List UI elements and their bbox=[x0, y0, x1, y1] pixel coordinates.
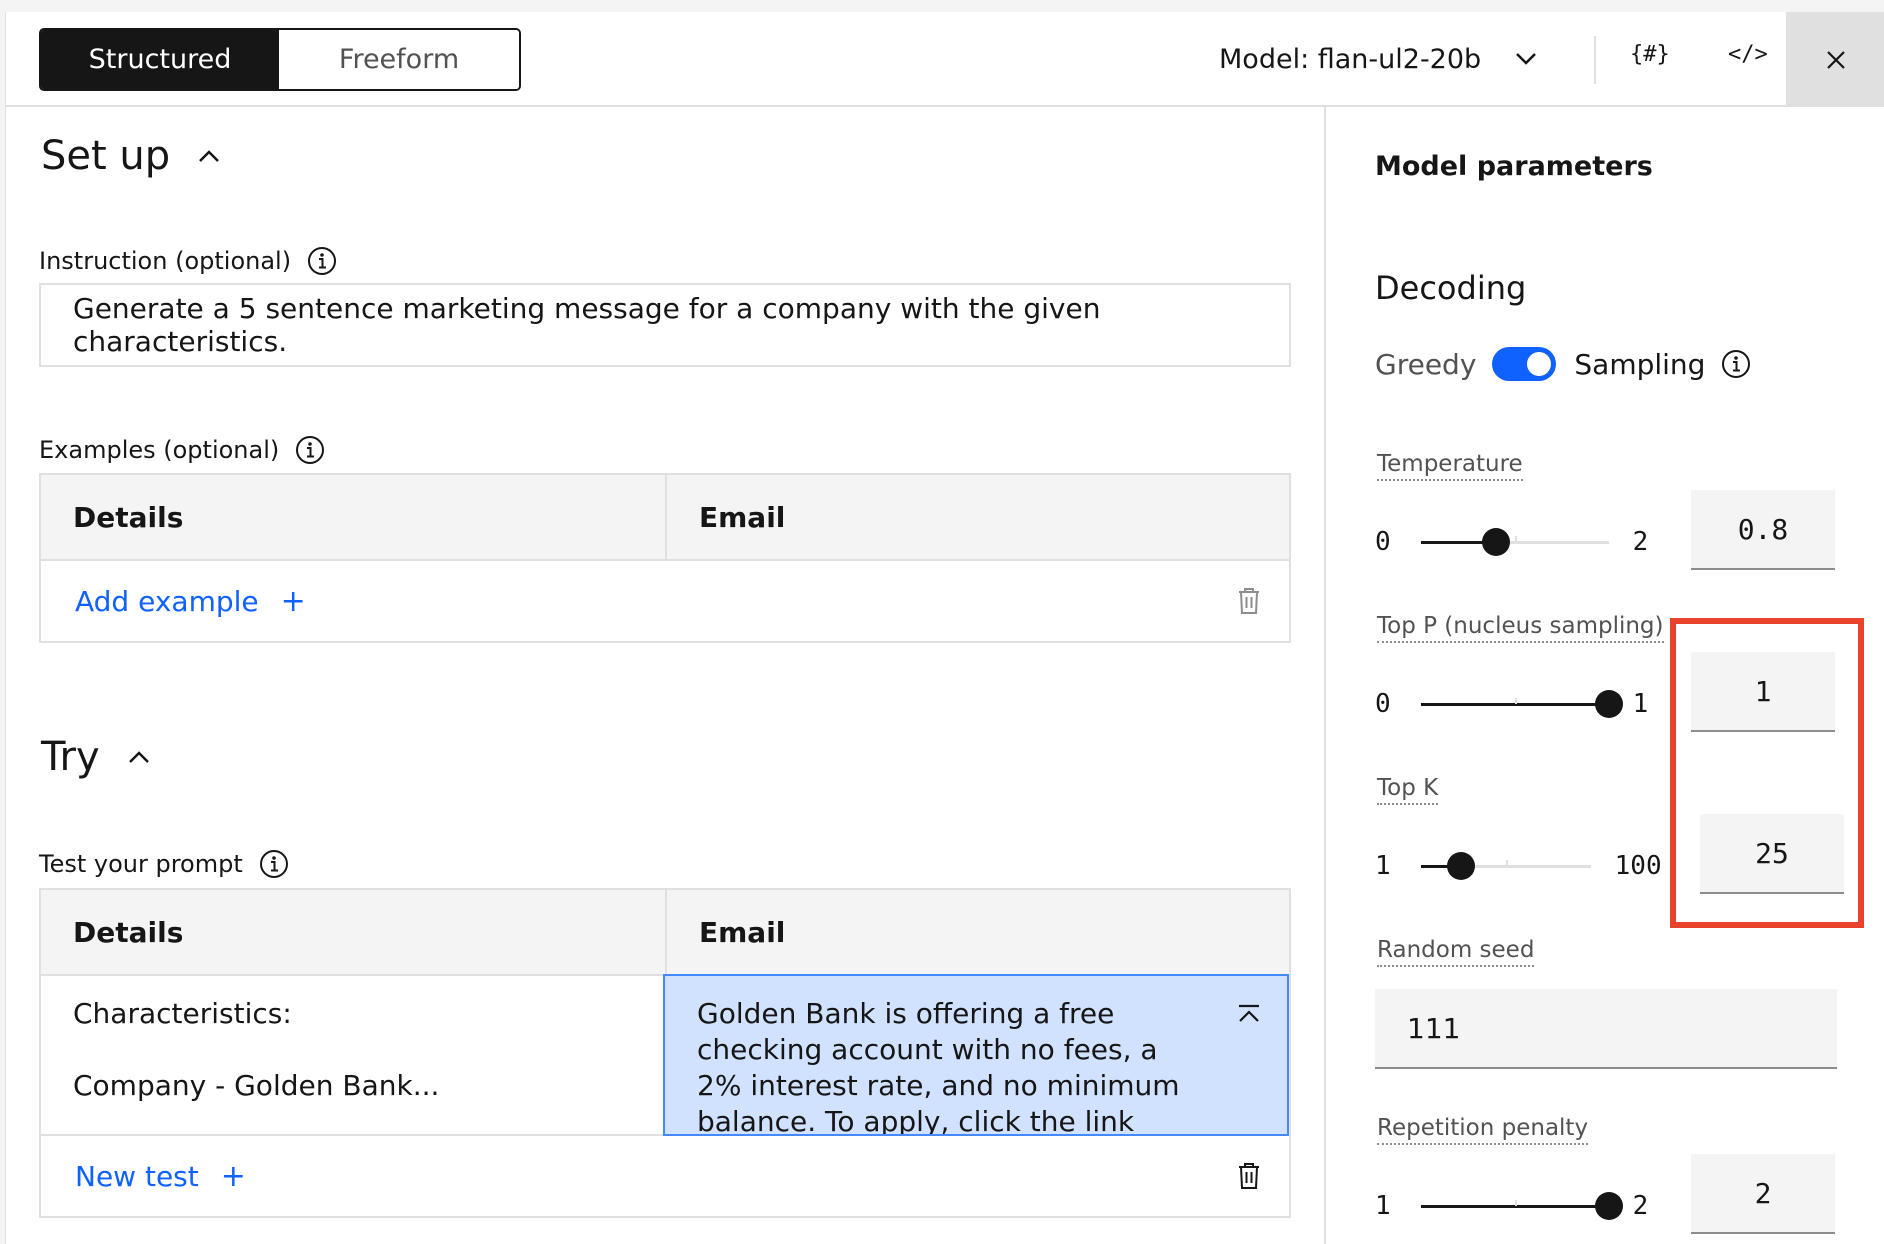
repetition-penalty-slider-row: 1 2 bbox=[1375, 1191, 1648, 1221]
top-p-input[interactable]: 1 bbox=[1691, 652, 1835, 732]
decoding-toggle-row: Greedy Sampling bbox=[1375, 347, 1751, 381]
repetition-penalty-slider[interactable] bbox=[1420, 1191, 1623, 1220]
panel-title: Model parameters bbox=[1375, 151, 1653, 182]
temperature-input[interactable]: 0.8 bbox=[1691, 490, 1835, 570]
slider-max: 2 bbox=[1632, 527, 1649, 557]
examples-table: Details Email Add example + bbox=[39, 473, 1291, 643]
info-icon[interactable] bbox=[307, 246, 337, 276]
test-table: Details Email Characteristics: Company -… bbox=[39, 888, 1291, 1218]
details-line: Characteristics: bbox=[73, 997, 292, 1030]
setup-section-header[interactable]: Set up bbox=[41, 133, 220, 179]
info-icon[interactable] bbox=[295, 435, 325, 465]
info-icon[interactable] bbox=[1721, 349, 1751, 379]
test-table-header: Details Email bbox=[41, 890, 1289, 976]
test-prompt-label-text: Test your prompt bbox=[39, 850, 243, 878]
examples-table-header: Details Email bbox=[41, 475, 1289, 561]
toolbar: Structured Freeform Model: flan-ul2-20b … bbox=[6, 12, 1884, 107]
email-output-cell[interactable]: Golden Bank is offering a free checking … bbox=[663, 974, 1289, 1136]
plus-icon: + bbox=[220, 1158, 246, 1194]
top-k-slider[interactable] bbox=[1420, 851, 1591, 880]
temperature-slider[interactable] bbox=[1420, 527, 1609, 556]
info-icon[interactable] bbox=[259, 849, 289, 879]
model-label: Model: flan-ul2-20b bbox=[1219, 43, 1482, 75]
slider-thumb[interactable] bbox=[1481, 527, 1510, 556]
chevron-down-icon bbox=[1516, 53, 1537, 65]
close-button[interactable] bbox=[1786, 12, 1884, 107]
slider-max: 1 bbox=[1632, 689, 1649, 719]
column-header-details: Details bbox=[73, 915, 184, 949]
column-header-email: Email bbox=[665, 890, 1289, 974]
slider-thumb[interactable] bbox=[1447, 851, 1476, 880]
decoding-title: Decoding bbox=[1375, 269, 1527, 307]
column-header-details: Details bbox=[73, 500, 184, 534]
chevron-up-icon bbox=[199, 150, 220, 162]
top-p-label: Top P (nucleus sampling) bbox=[1377, 613, 1664, 643]
test-prompt-label: Test your prompt bbox=[39, 849, 289, 879]
new-test-row: New test + bbox=[41, 1136, 1289, 1216]
temperature-label: Temperature bbox=[1377, 451, 1523, 481]
repetition-penalty-label: Repetition penalty bbox=[1377, 1115, 1589, 1145]
examples-label-text: Examples (optional) bbox=[39, 436, 280, 464]
prompt-editor: Set up Instruction (optional) Generate a… bbox=[6, 107, 1324, 1244]
add-example-row: Add example + bbox=[41, 561, 1289, 641]
details-line: Company - Golden Bank... bbox=[73, 1069, 440, 1102]
random-seed-label: Random seed bbox=[1377, 937, 1535, 967]
instruction-input[interactable]: Generate a 5 sentence marketing message … bbox=[39, 283, 1291, 367]
top-p-slider-row: 0 1 bbox=[1375, 689, 1648, 719]
freeform-mode-button[interactable]: Freeform bbox=[279, 30, 519, 89]
sampling-label: Sampling bbox=[1574, 347, 1706, 381]
slider-thumb[interactable] bbox=[1594, 1191, 1623, 1220]
temperature-slider-row: 0 2 bbox=[1375, 527, 1648, 557]
add-example-label: Add example bbox=[75, 584, 259, 618]
top-k-label: Top K bbox=[1377, 775, 1439, 805]
new-test-label: New test bbox=[75, 1159, 199, 1193]
trash-icon[interactable] bbox=[1237, 1162, 1261, 1190]
top-p-slider[interactable] bbox=[1420, 689, 1623, 718]
chevron-up-icon bbox=[128, 751, 149, 763]
slider-thumb[interactable] bbox=[1594, 689, 1623, 718]
new-test-button[interactable]: New test + bbox=[75, 1159, 246, 1194]
email-output-text: Golden Bank is offering a free checking … bbox=[697, 997, 1180, 1136]
repetition-penalty-input[interactable]: 2 bbox=[1691, 1154, 1835, 1234]
examples-label: Examples (optional) bbox=[39, 435, 325, 465]
trash-icon[interactable] bbox=[1237, 587, 1261, 615]
top-k-slider-row: 1 100 bbox=[1375, 851, 1662, 881]
try-section-header[interactable]: Try bbox=[41, 734, 150, 780]
table-row: Characteristics: Company - Golden Bank..… bbox=[41, 974, 1289, 1136]
greedy-label: Greedy bbox=[1375, 347, 1477, 381]
decoding-toggle[interactable] bbox=[1492, 347, 1557, 381]
slider-min: 0 bbox=[1375, 527, 1391, 557]
collapse-icon[interactable] bbox=[1237, 1004, 1261, 1024]
code-icon[interactable]: </> bbox=[1728, 42, 1768, 67]
prompt-lab-window: Structured Freeform Model: flan-ul2-20b … bbox=[5, 12, 1884, 1244]
try-title: Try bbox=[41, 734, 100, 780]
instruction-label-text: Instruction (optional) bbox=[39, 247, 292, 275]
plus-icon: + bbox=[280, 583, 306, 619]
slider-min: 0 bbox=[1375, 689, 1391, 719]
top-k-input[interactable]: 25 bbox=[1700, 814, 1844, 894]
toolbar-divider bbox=[1594, 36, 1596, 84]
mode-switcher: Structured Freeform bbox=[39, 28, 521, 91]
add-example-button[interactable]: Add example + bbox=[75, 584, 306, 619]
slider-min: 1 bbox=[1375, 1191, 1391, 1221]
column-header-email: Email bbox=[665, 475, 1289, 559]
details-input[interactable]: Characteristics: Company - Golden Bank..… bbox=[41, 976, 665, 1134]
slider-max: 2 bbox=[1632, 1191, 1649, 1221]
model-dropdown[interactable]: Model: flan-ul2-20b bbox=[1219, 34, 1537, 84]
structured-mode-button[interactable]: Structured bbox=[41, 30, 279, 89]
slider-min: 1 bbox=[1375, 851, 1391, 881]
setup-title: Set up bbox=[41, 133, 171, 179]
close-icon bbox=[1826, 50, 1845, 69]
random-seed-input[interactable]: 111 bbox=[1375, 989, 1837, 1069]
slider-max: 100 bbox=[1614, 851, 1662, 881]
tokens-icon[interactable]: {#} bbox=[1630, 42, 1670, 67]
instruction-label: Instruction (optional) bbox=[39, 246, 337, 276]
